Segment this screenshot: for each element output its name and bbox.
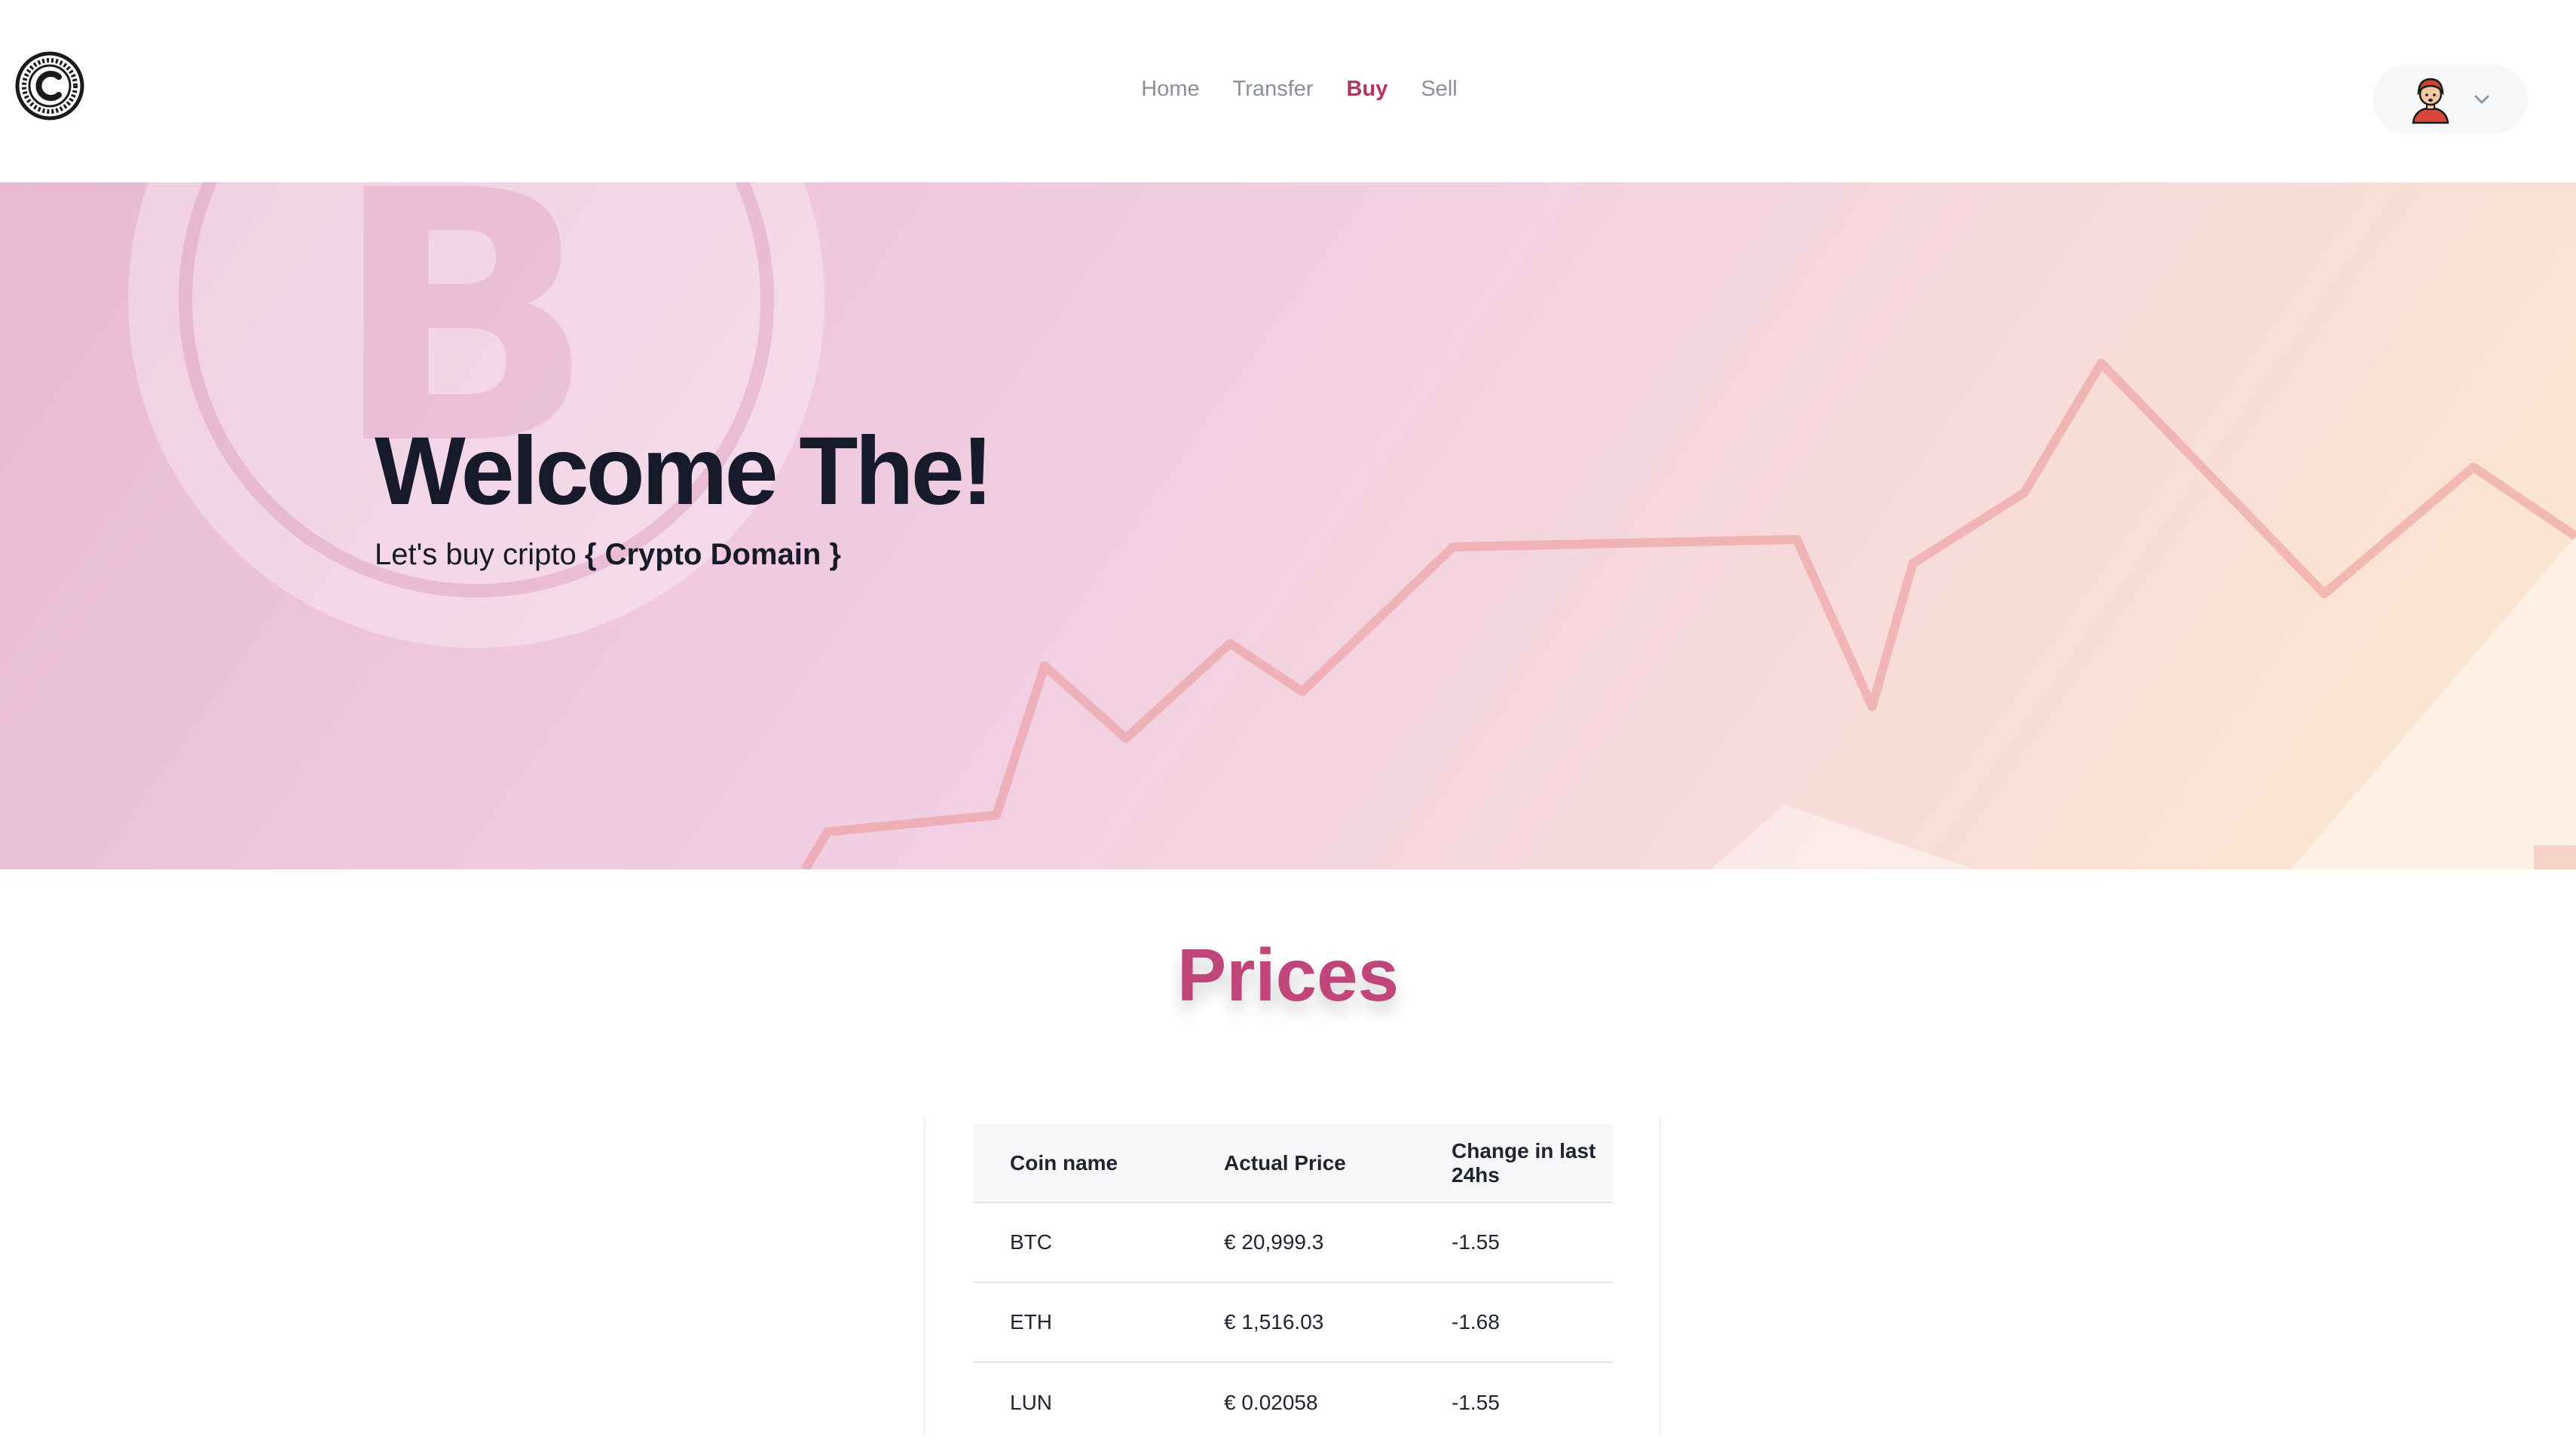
change-cell: -1.55: [1452, 1230, 1500, 1254]
hero-subtitle: Let's buy cripto { Crypto Domain }: [375, 538, 841, 572]
coin-name-cell: BTC: [1010, 1230, 1052, 1254]
hero-brand-name: { Crypto Domain }: [584, 538, 841, 571]
change-cell: -1.68: [1452, 1310, 1500, 1334]
main-nav: Home Transfer Buy Sell: [0, 72, 2576, 105]
price-cell: € 20,999.3: [1224, 1230, 1324, 1254]
change-cell: -1.55: [1452, 1390, 1500, 1414]
hero-subtitle-text: Let's buy cripto: [375, 538, 585, 571]
hero-title: Welcome The!: [375, 417, 993, 525]
nav-item-sell[interactable]: Sell: [1421, 72, 1457, 105]
price-cell: € 0.02058: [1224, 1390, 1318, 1414]
table-row[interactable]: BTC € 20,999.3 -1.55: [974, 1202, 1613, 1282]
table-row[interactable]: ETH € 1,516.03 -1.68: [974, 1282, 1613, 1362]
table-row[interactable]: LUN € 0.02058 -1.55: [974, 1362, 1613, 1442]
nav-item-buy[interactable]: Buy: [1347, 72, 1388, 105]
prices-title: Prices: [1176, 933, 1400, 1016]
top-header: Home Transfer Buy Sell: [0, 0, 2576, 182]
coin-name-cell: LUN: [1010, 1390, 1053, 1414]
table-header-row: Coin name Actual Price Change in last 24…: [974, 1124, 1613, 1202]
hero-banner: B Welcome The! Let's buy cripto { Crypto…: [0, 182, 2576, 869]
column-header-coin: Coin name: [1010, 1150, 1118, 1175]
prices-table: Coin name Actual Price Change in last 24…: [974, 1124, 1613, 1442]
user-menu-button[interactable]: [2373, 65, 2528, 134]
coin-name-cell: ETH: [1010, 1310, 1052, 1334]
nav-item-home[interactable]: Home: [1141, 72, 1199, 105]
prices-card: Coin name Actual Price Change in last 24…: [924, 1118, 1661, 1434]
chevron-down-icon: [2474, 95, 2489, 104]
price-cell: € 1,516.03: [1224, 1310, 1324, 1334]
nav-item-transfer[interactable]: Transfer: [1233, 72, 1314, 105]
column-header-price: Actual Price: [1224, 1150, 1346, 1175]
user-avatar-icon: [2412, 78, 2449, 124]
column-header-change: Change in last 24hs: [1452, 1138, 1596, 1187]
